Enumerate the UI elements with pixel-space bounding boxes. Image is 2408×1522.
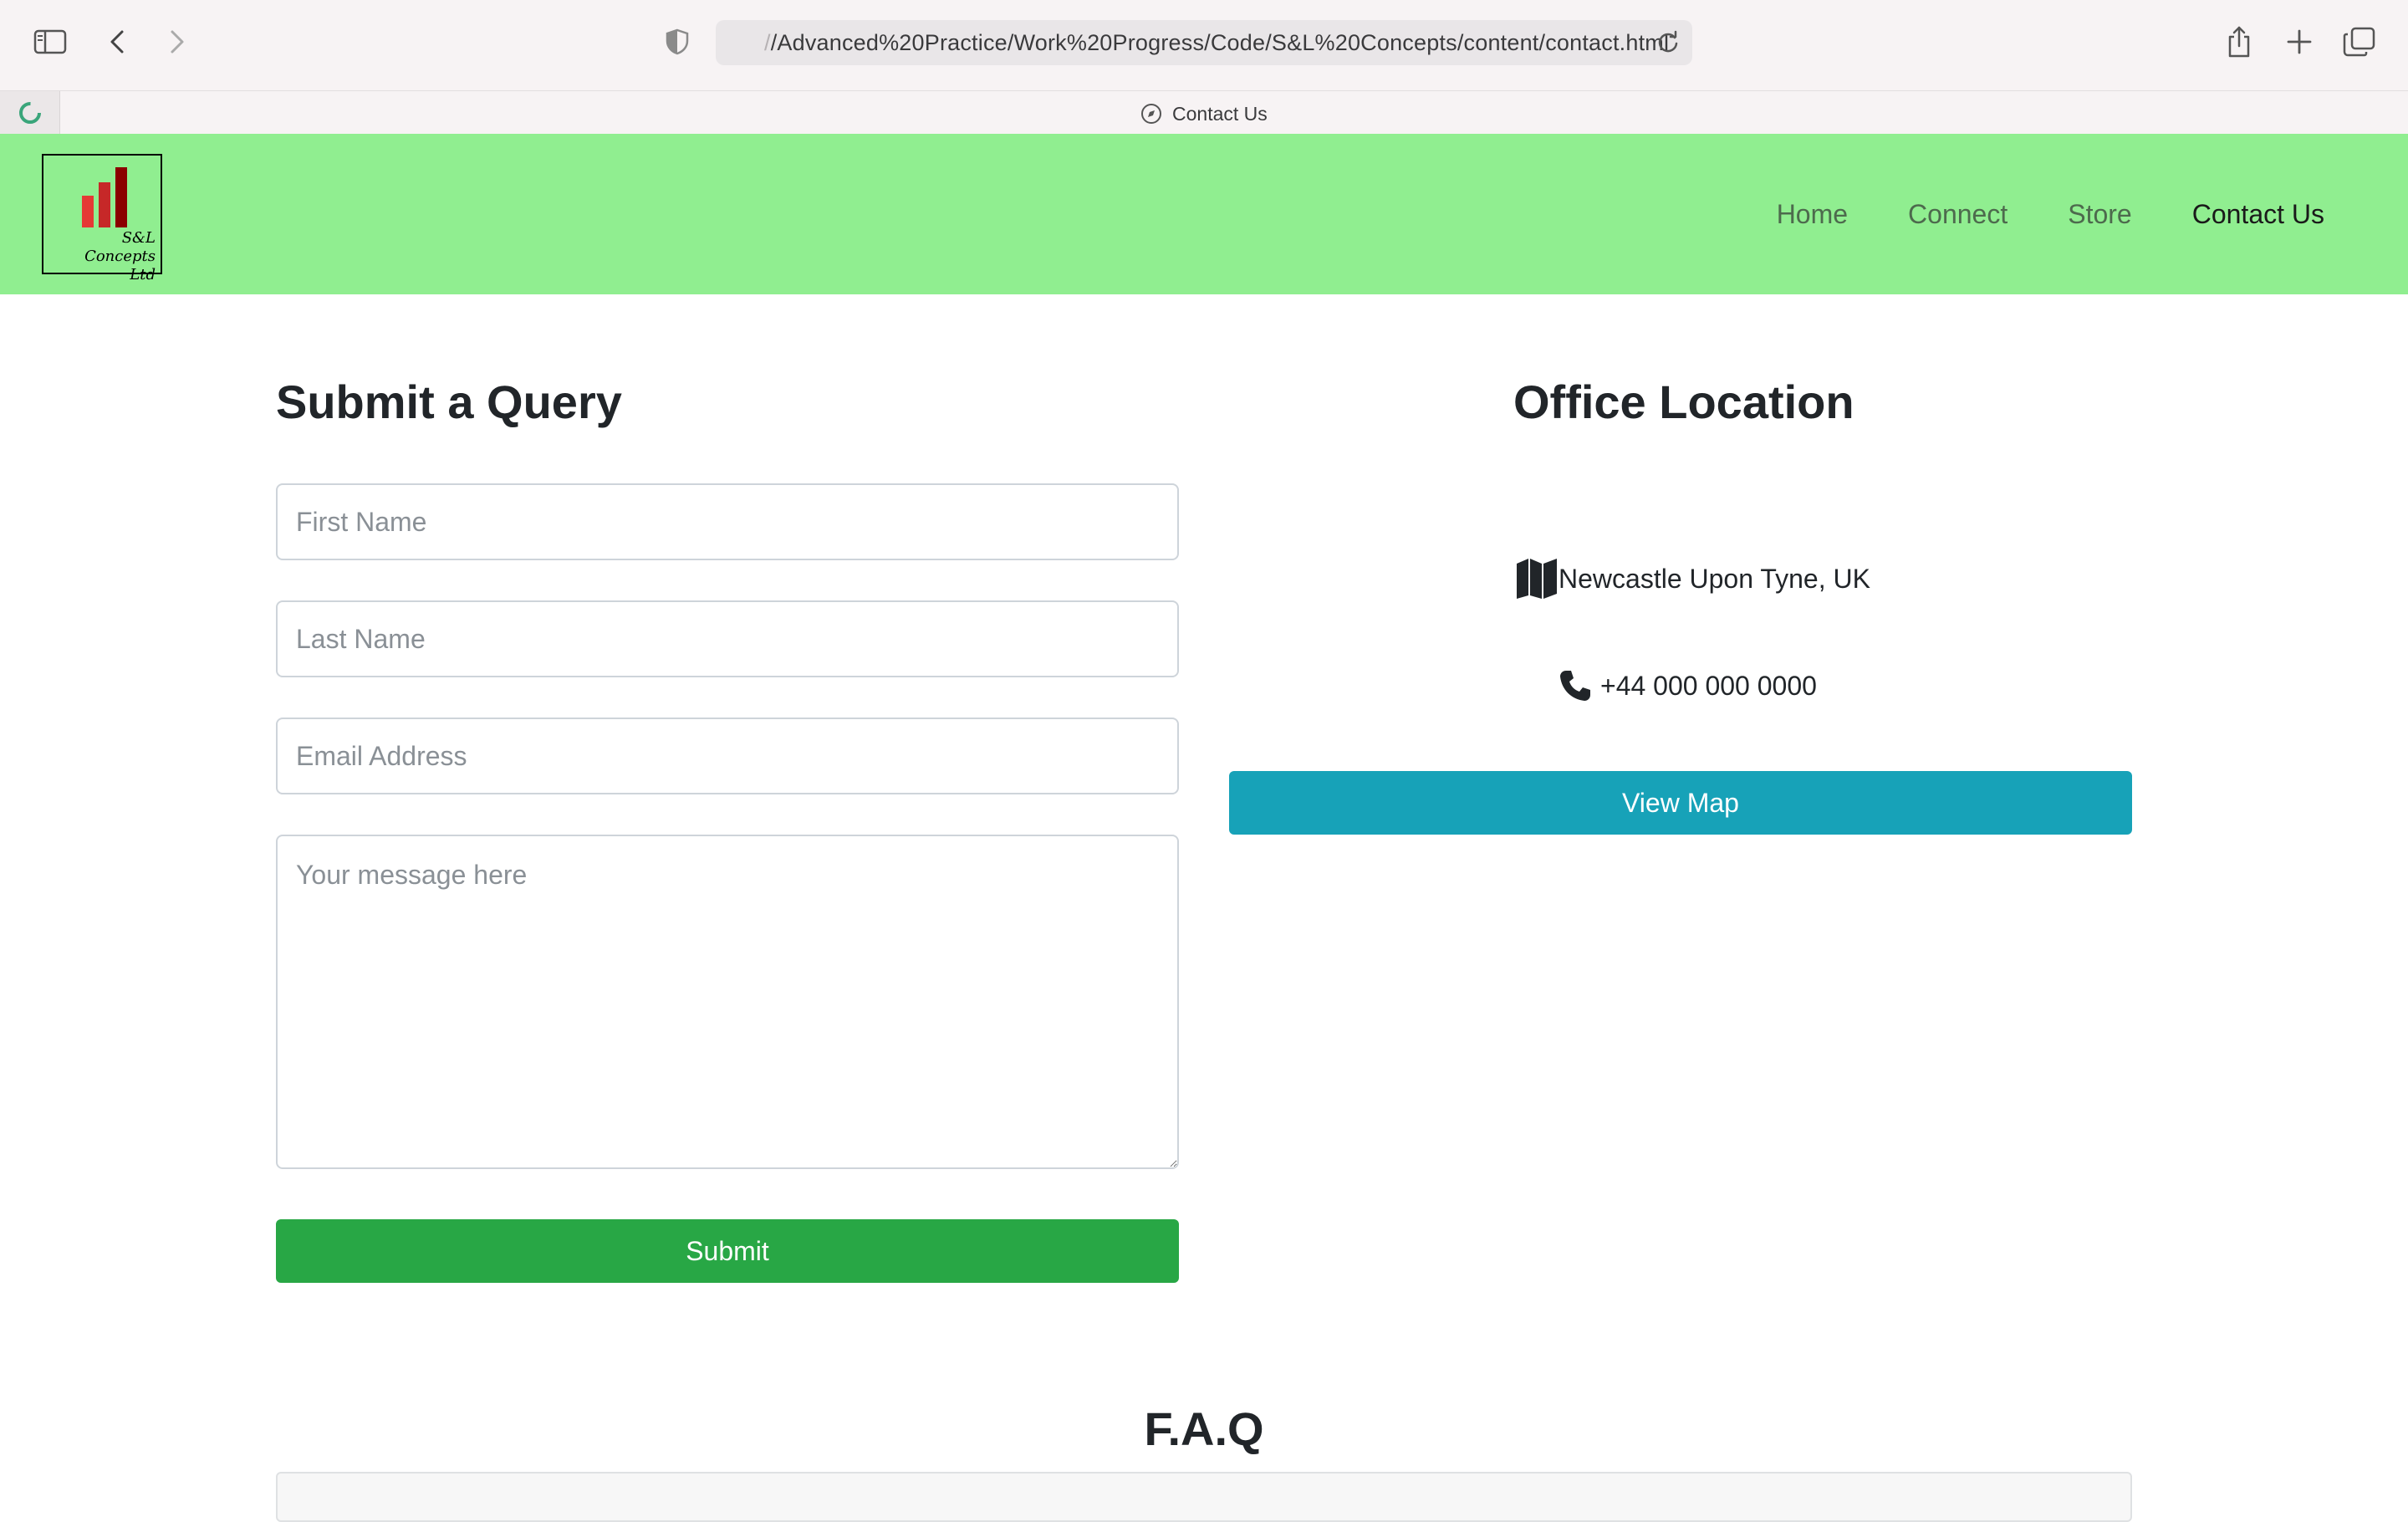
address-bar-url: //Advanced%20Practice/Work%20Progress/Co… xyxy=(764,29,1670,55)
office-location: Newcastle Upon Tyne, UK xyxy=(1515,557,1870,600)
browser-toolbar: //Advanced%20Practice/Work%20Progress/Co… xyxy=(0,0,2408,84)
phone-text: +44 000 000 0000 xyxy=(1600,670,1817,701)
tab-strip: Contact Us xyxy=(0,90,2408,135)
reload-icon[interactable] xyxy=(1656,30,1681,55)
bar-chart-logo-icon xyxy=(82,167,127,227)
compass-icon xyxy=(1141,104,1161,124)
submit-button[interactable]: Submit xyxy=(276,1219,1179,1283)
forward-icon[interactable] xyxy=(157,22,197,62)
logo-text: S&L Concepts Ltd xyxy=(52,229,156,284)
tab-overview-icon[interactable] xyxy=(2339,22,2380,62)
nav-store[interactable]: Store xyxy=(2068,199,2131,230)
nav-contact-us[interactable]: Contact Us xyxy=(2192,199,2324,230)
tab-title: Contact Us xyxy=(1172,102,1268,125)
site-logo[interactable]: S&L Concepts Ltd xyxy=(42,154,162,283)
phone-icon xyxy=(1560,671,1590,701)
nav-home[interactable]: Home xyxy=(1777,199,1848,230)
main-nav: Home Connect Store Contact Us xyxy=(1777,134,2324,294)
address-bar[interactable]: //Advanced%20Practice/Work%20Progress/Co… xyxy=(716,20,1692,65)
email-field[interactable] xyxy=(276,718,1179,794)
faq-accordion[interactable] xyxy=(276,1472,2132,1522)
back-icon[interactable] xyxy=(97,22,137,62)
sidebar-toggle-icon[interactable] xyxy=(30,22,70,62)
site-header: S&L Concepts Ltd Home Connect Store Cont… xyxy=(0,134,2408,294)
location-text: Newcastle Upon Tyne, UK xyxy=(1559,563,1870,594)
logo-text-line1: S&L Concepts xyxy=(84,229,156,265)
form-title: Submit a Query xyxy=(276,375,622,428)
privacy-shield-icon[interactable] xyxy=(657,22,697,62)
active-tab[interactable]: Contact Us xyxy=(1140,100,1268,128)
office-phone: +44 000 000 0000 xyxy=(1559,669,1817,702)
faq-title: F.A.Q xyxy=(1144,1402,1264,1455)
new-tab-icon[interactable] xyxy=(2279,22,2319,62)
map-icon xyxy=(1517,559,1557,599)
nav-connect[interactable]: Connect xyxy=(1908,199,2008,230)
last-name-field[interactable] xyxy=(276,600,1179,677)
office-title: Office Location xyxy=(1513,375,1854,428)
first-name-field[interactable] xyxy=(276,483,1179,560)
view-map-button[interactable]: View Map xyxy=(1229,771,2132,835)
logo-text-line2: Ltd xyxy=(130,266,156,283)
pinned-tab[interactable] xyxy=(0,91,60,135)
loading-spinner-icon xyxy=(18,102,41,124)
share-icon[interactable] xyxy=(2219,22,2259,62)
message-field[interactable] xyxy=(276,835,1179,1169)
browser-chrome: //Advanced%20Practice/Work%20Progress/Co… xyxy=(0,0,2408,135)
